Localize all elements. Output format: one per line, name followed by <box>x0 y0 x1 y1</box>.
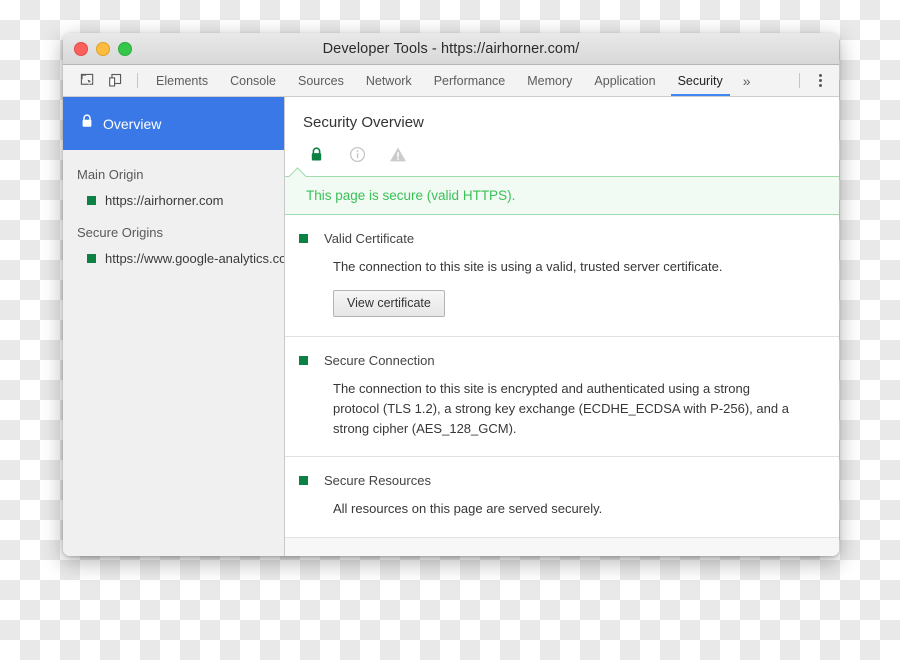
window-titlebar: Developer Tools - https://airhorner.com/ <box>63 33 839 65</box>
section-body: The connection to this site is encrypted… <box>333 381 789 436</box>
window-title: Developer Tools - https://airhorner.com/ <box>322 40 580 57</box>
security-main-panel: Security Overview This page is secure (v… <box>285 97 839 556</box>
section-body: The connection to this site is using a v… <box>333 259 723 275</box>
secure-square-icon <box>299 356 308 365</box>
toolbar-divider <box>137 73 138 88</box>
tab-sources[interactable]: Sources <box>287 65 355 96</box>
device-toolbar-icon[interactable] <box>101 65 129 96</box>
close-button[interactable] <box>74 41 88 56</box>
security-banner: This page is secure (valid HTTPS). <box>285 167 839 216</box>
section-body: All resources on this page are served se… <box>333 501 603 517</box>
tabbar-spacer <box>760 65 791 96</box>
page-title: Security Overview <box>303 114 424 131</box>
warning-icon[interactable] <box>388 144 408 164</box>
section-title: Valid Certificate <box>324 231 415 247</box>
tab-memory[interactable]: Memory <box>516 65 583 96</box>
sidebar-item-google-analytics[interactable]: https://www.google-analytics.com <box>63 240 284 266</box>
sidebar-item-airhorner[interactable]: https://airhorner.com <box>63 182 284 208</box>
section-header: Valid Certificate <box>289 231 815 246</box>
section-valid-certificate: Valid Certificate The connection to this… <box>285 215 839 337</box>
overview-header: Security Overview <box>285 97 839 164</box>
tab-application[interactable]: Application <box>583 65 666 96</box>
section-secure-connection: Secure Connection The connection to this… <box>285 337 839 458</box>
tab-console[interactable]: Console <box>219 65 287 96</box>
secure-square-icon <box>299 476 308 486</box>
secure-square-icon <box>299 234 308 244</box>
tab-label: Application <box>594 73 656 88</box>
sidebar-group-main-origin: Main Origin <box>77 167 144 182</box>
tab-label: Sources <box>297 73 344 88</box>
section-secure-resources: Secure Resources All resources on this p… <box>285 457 839 538</box>
more-tabs-icon[interactable]: » <box>734 65 760 96</box>
minimize-button[interactable] <box>96 41 110 56</box>
tab-label: Performance <box>433 73 506 88</box>
sidebar-item-label: Overview <box>103 115 162 132</box>
sidebar-item-overview[interactable]: Overview <box>63 97 284 150</box>
tab-label: Elements <box>156 73 209 88</box>
section-header: Secure Connection <box>289 353 815 368</box>
lock-icon <box>81 114 93 133</box>
tab-elements[interactable]: Elements <box>145 65 219 96</box>
toolbar-divider-right <box>799 73 800 88</box>
security-status-icons <box>303 131 839 164</box>
banner-pointer <box>288 167 307 186</box>
devtools-tabbar: Elements Console Sources Network Perform… <box>63 65 839 97</box>
security-sections: Valid Certificate The connection to this… <box>285 215 839 556</box>
sidebar-group-secure-origins: Secure Origins <box>77 225 163 240</box>
tab-security[interactable]: Security <box>667 65 734 96</box>
origin-label: https://www.google-analytics.com <box>105 251 285 266</box>
banner-text: This page is secure (valid HTTPS). <box>306 188 516 204</box>
section-header: Secure Resources <box>289 473 815 488</box>
lock-icon[interactable] <box>306 144 326 164</box>
tab-network[interactable]: Network <box>355 65 423 96</box>
vertical-dots-icon[interactable] <box>807 65 833 96</box>
tab-label: Security <box>677 73 723 88</box>
tab-performance[interactable]: Performance <box>423 65 517 96</box>
devtools-window: Developer Tools - https://airhorner.com/… <box>63 33 839 556</box>
maximize-button[interactable] <box>118 41 132 56</box>
section-title: Secure Connection <box>324 353 435 368</box>
tab-label: Console <box>230 73 276 88</box>
origin-label: https://airhorner.com <box>105 193 224 208</box>
secure-square-icon <box>87 254 96 263</box>
inspect-element-icon[interactable] <box>73 65 101 96</box>
tab-label: Memory <box>527 73 573 88</box>
view-certificate-button[interactable]: View certificate <box>333 290 445 317</box>
panel-footer <box>285 538 839 556</box>
security-sidebar: Overview Main Origin https://airhorner.c… <box>63 97 285 556</box>
window-controls <box>74 33 132 64</box>
tab-label: Network <box>365 73 412 88</box>
section-title: Secure Resources <box>324 473 431 489</box>
info-icon[interactable] <box>347 144 367 164</box>
devtools-body: Overview Main Origin https://airhorner.c… <box>63 97 839 556</box>
secure-square-icon <box>87 196 96 205</box>
